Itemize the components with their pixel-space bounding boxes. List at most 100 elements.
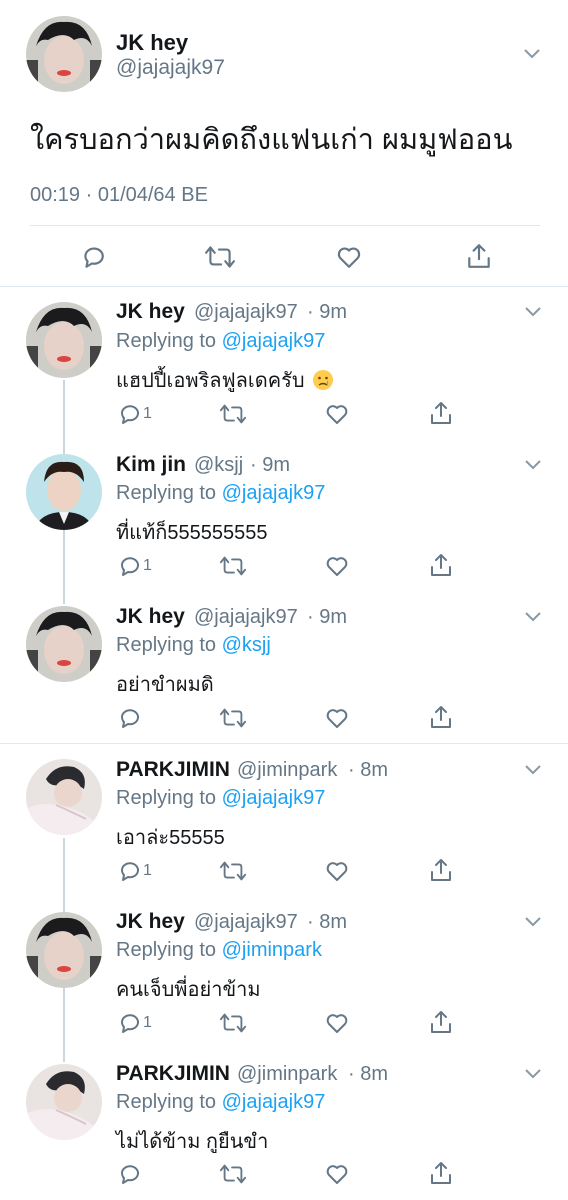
replying-to-label: Replying to	[116, 482, 222, 504]
reply-icon[interactable]	[117, 1162, 141, 1186]
chevron-down-icon[interactable]	[522, 46, 542, 60]
replying-to: Replying to @jajajajk97	[116, 1091, 325, 1114]
mention-link[interactable]: @jajajajk97	[222, 330, 326, 352]
mention-link[interactable]: @jajajajk97	[222, 1091, 326, 1113]
replying-to: Replying to @jajajajk97	[116, 482, 325, 505]
like-icon[interactable]	[325, 1162, 349, 1186]
tweet-text: แฮปปี้เอพริลฟูลเดครับ	[116, 364, 334, 396]
tweet-time[interactable]: · 8m	[348, 759, 388, 782]
divider	[0, 286, 568, 287]
share-icon[interactable]	[429, 400, 453, 426]
reply-icon[interactable]	[117, 1011, 141, 1035]
replying-to: Replying to @jajajajk97	[116, 330, 325, 353]
tweet-time[interactable]: · 9m	[307, 606, 347, 629]
tweet-time[interactable]: · 8m	[307, 911, 347, 934]
avatar[interactable]	[26, 912, 102, 988]
replying-to-label: Replying to	[116, 787, 222, 809]
avatar-jimin-image	[26, 759, 102, 835]
author-name[interactable]: JK hey	[116, 30, 188, 56]
tweet-text: อย่าขำผมดิ	[116, 674, 214, 696]
reply-icon[interactable]	[80, 244, 106, 270]
like-icon[interactable]	[336, 244, 362, 270]
author-handle[interactable]: @jajajajk97	[194, 301, 298, 324]
tweet-text: ไม่ได้ข้าม กูยืนขำ	[116, 1131, 269, 1153]
chevron-down-icon[interactable]	[523, 762, 543, 776]
share-icon[interactable]	[429, 704, 453, 730]
avatar-jk-image	[26, 606, 102, 682]
retweet-icon[interactable]	[219, 1162, 247, 1186]
tweet-time[interactable]: · 8m	[348, 1063, 388, 1086]
mention-link[interactable]: @ksjj	[222, 634, 271, 656]
share-icon[interactable]	[429, 1009, 453, 1035]
author-name[interactable]: JK hey	[116, 300, 185, 324]
avatar-kimjin-image	[26, 454, 102, 530]
like-icon[interactable]	[325, 402, 349, 426]
mention-link[interactable]: @jajajajk97	[222, 482, 326, 504]
author-name[interactable]: Kim jin	[116, 453, 186, 477]
avatar[interactable]	[26, 1064, 102, 1140]
reply-icon[interactable]	[117, 554, 141, 578]
tweet-text: ที่แท้ก็555555555	[116, 522, 268, 544]
avatar[interactable]	[26, 759, 102, 835]
reply-count: 1	[143, 1014, 152, 1031]
author-handle[interactable]: @jajajajk97	[194, 911, 298, 934]
reply-count: 1	[143, 557, 152, 574]
reply-icon[interactable]	[117, 706, 141, 730]
mention-link[interactable]: @jiminpark	[222, 939, 322, 961]
retweet-icon[interactable]	[219, 1011, 247, 1035]
reply-icon[interactable]	[117, 859, 141, 883]
like-icon[interactable]	[325, 1011, 349, 1035]
chevron-down-icon[interactable]	[523, 914, 543, 928]
tweet-text: คนเจ็บพี่อย่าข้าม	[116, 979, 261, 1001]
tweet-time[interactable]: · 9m	[307, 301, 347, 324]
like-icon[interactable]	[325, 706, 349, 730]
replying-to-label: Replying to	[116, 330, 222, 352]
divider	[0, 743, 568, 744]
reply-count: 1	[143, 405, 152, 422]
share-icon[interactable]	[429, 1160, 453, 1186]
author-handle[interactable]: @ksjj	[194, 454, 243, 477]
author-name[interactable]: PARKJIMIN	[116, 1062, 230, 1086]
author-handle[interactable]: @jajajajk97	[116, 56, 225, 80]
author-name[interactable]: PARKJIMIN	[116, 758, 230, 782]
chevron-down-icon[interactable]	[523, 304, 543, 318]
tweet-text-content: แฮปปี้เอพริลฟูลเดครับ	[116, 370, 305, 392]
chevron-down-icon[interactable]	[523, 609, 543, 623]
replying-to-label: Replying to	[116, 1091, 222, 1113]
author-name[interactable]: JK hey	[116, 605, 185, 629]
tweet-text: เอาล่ะ55555	[116, 827, 225, 849]
tweet-timestamp: 00:19 · 01/04/64 BE	[30, 184, 208, 206]
avatar[interactable]	[26, 606, 102, 682]
avatar[interactable]	[26, 302, 102, 378]
retweet-icon[interactable]	[204, 244, 236, 270]
share-icon[interactable]	[466, 242, 492, 270]
avatar-jk-image	[26, 912, 102, 988]
chevron-down-icon[interactable]	[523, 457, 543, 471]
replying-to: Replying to @ksjj	[116, 634, 271, 657]
divider	[30, 225, 540, 226]
author-name[interactable]: JK hey	[116, 910, 185, 934]
mention-link[interactable]: @jajajajk97	[222, 787, 326, 809]
avatar-jk-image	[26, 302, 102, 378]
retweet-icon[interactable]	[219, 706, 247, 730]
retweet-icon[interactable]	[219, 859, 247, 883]
author-handle[interactable]: @jiminpark	[237, 759, 337, 782]
tweet-time[interactable]: · 9m	[250, 454, 290, 477]
crying-face-emoji	[313, 370, 334, 390]
chevron-down-icon[interactable]	[523, 1066, 543, 1080]
replying-to: Replying to @jiminpark	[116, 939, 322, 962]
avatar[interactable]	[26, 16, 102, 92]
avatar-jk-image	[26, 16, 102, 92]
retweet-icon[interactable]	[219, 402, 247, 426]
author-handle[interactable]: @jiminpark	[237, 1063, 337, 1086]
retweet-icon[interactable]	[219, 554, 247, 578]
reply-icon[interactable]	[117, 402, 141, 426]
reply-count: 1	[143, 862, 152, 879]
like-icon[interactable]	[325, 859, 349, 883]
share-icon[interactable]	[429, 552, 453, 578]
like-icon[interactable]	[325, 554, 349, 578]
avatar[interactable]	[26, 454, 102, 530]
author-handle[interactable]: @jajajajk97	[194, 606, 298, 629]
replying-to-label: Replying to	[116, 939, 222, 961]
share-icon[interactable]	[429, 857, 453, 883]
